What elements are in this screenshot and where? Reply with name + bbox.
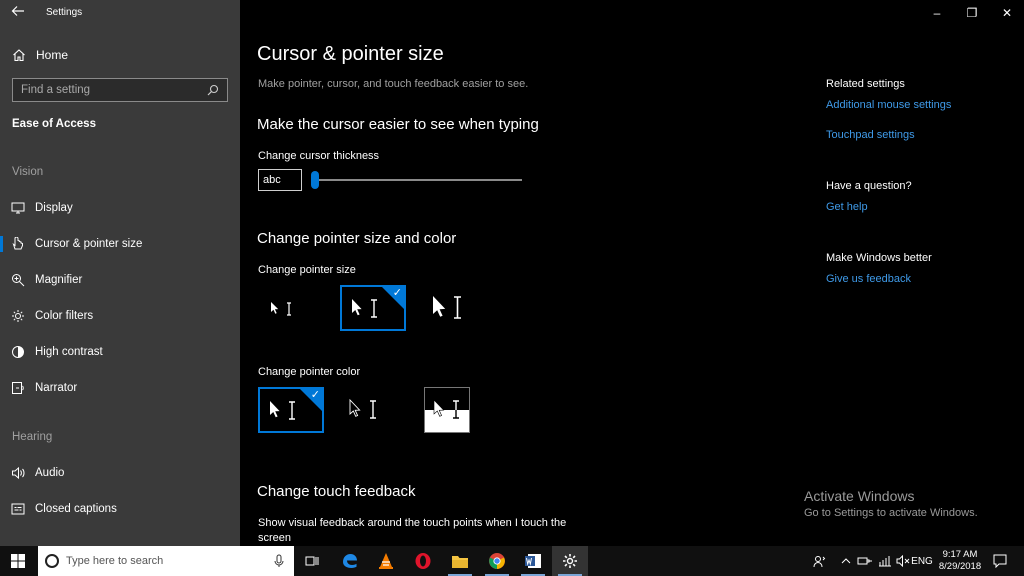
sidebar-item-label: Audio [35, 467, 65, 479]
taskbar-clock[interactable]: 9:17 AM 8/29/2018 [930, 549, 990, 573]
cursor-section-heading: Make the cursor easier to see when typin… [257, 116, 539, 133]
closed-captions-icon [11, 502, 25, 516]
minimize-button[interactable]: – [920, 0, 954, 26]
network-icon[interactable] [876, 546, 894, 576]
color-filters-icon [11, 309, 25, 323]
taskbar-search-box[interactable]: Type here to search [38, 546, 294, 576]
sidebar-item-label: Narrator [35, 382, 78, 394]
sidebar-item-label: High contrast [35, 346, 103, 358]
app-title: Settings [46, 7, 83, 18]
make-windows-better-heading: Make Windows better [826, 252, 932, 264]
file-explorer-icon[interactable] [442, 546, 478, 576]
related-settings-heading: Related settings [826, 78, 905, 90]
pointer-section-heading: Change pointer size and color [257, 230, 457, 247]
group-vision: Vision [12, 166, 44, 178]
display-icon [11, 201, 25, 215]
get-help-link[interactable]: Get help [826, 201, 868, 213]
sidebar-item-label: Cursor & pointer size [35, 238, 143, 250]
start-button[interactable] [0, 546, 36, 576]
pointer-color-label: Change pointer color [258, 366, 361, 378]
chrome-icon[interactable] [479, 546, 515, 576]
sidebar-item-magnifier[interactable]: Magnifier [0, 266, 240, 294]
sidebar-item-narrator[interactable]: Narrator [0, 374, 240, 402]
checkmark-icon: ✓ [392, 287, 402, 299]
section-heading: Ease of Access [12, 118, 96, 130]
task-view-icon[interactable] [294, 546, 330, 576]
checkmark-icon: ✓ [310, 389, 320, 401]
pointer-size-option-small[interactable] [258, 285, 306, 331]
pointer-preview-icon [433, 399, 459, 419]
cursor-icon [11, 237, 25, 251]
settings-icon[interactable] [552, 546, 588, 576]
search-icon[interactable] [207, 83, 221, 97]
pointer-preview-icon [433, 296, 461, 319]
sidebar-item-audio[interactable]: Audio [0, 459, 240, 487]
windows-logo-icon [11, 554, 25, 568]
sidebar-item-label: Closed captions [35, 503, 117, 515]
activate-windows-title: Activate Windows [804, 488, 915, 504]
give-feedback-link[interactable]: Give us feedback [826, 273, 911, 285]
pointer-size-option-large[interactable] [424, 285, 478, 331]
power-plug-icon[interactable] [856, 546, 874, 576]
clock-time: 9:17 AM [942, 549, 978, 560]
sidebar-item-label: Color filters [35, 310, 94, 322]
touch-section-heading: Change touch feedback [257, 483, 416, 500]
word-icon[interactable] [515, 546, 551, 576]
pointer-preview-icon [349, 398, 376, 419]
pointer-color-option-inverted[interactable] [424, 387, 470, 433]
search-input[interactable] [21, 84, 201, 96]
cursor-thickness-label: Change cursor thickness [258, 150, 380, 162]
high-contrast-icon [11, 345, 25, 359]
taskbar: Type here to search ENG 9:17 AM 8/29/201… [0, 546, 1024, 576]
sidebar-item-high-contrast[interactable]: High contrast [0, 338, 240, 366]
pointer-color-option-white[interactable]: ✓ [258, 387, 324, 433]
sidebar-item-label: Magnifier [35, 274, 83, 286]
activate-windows-subtitle: Go to Settings to activate Windows. [804, 507, 978, 519]
title-bar-left: Settings [0, 0, 240, 26]
magnifier-icon [11, 273, 25, 287]
cursor-thickness-slider[interactable] [312, 179, 522, 181]
cortana-icon [45, 554, 59, 568]
close-button[interactable]: ✕ [990, 0, 1024, 26]
page-description: Make pointer, cursor, and touch feedback… [258, 78, 529, 90]
edge-icon[interactable] [332, 546, 368, 576]
pointer-preview-icon [352, 299, 377, 318]
sidebar-item-label: Display [35, 202, 73, 214]
pointer-preview-icon [270, 401, 295, 420]
clock-date: 8/29/2018 [938, 561, 982, 572]
sidebar-item-cursor-pointer-size[interactable]: Cursor & pointer size [0, 230, 240, 258]
sidebar-item-closed-captions[interactable]: Closed captions [0, 495, 240, 523]
sidebar-item-display[interactable]: Display [0, 194, 240, 222]
opera-icon[interactable] [405, 546, 441, 576]
sidebar-item-color-filters[interactable]: Color filters [0, 302, 240, 330]
touch-feedback-text: Show visual feedback around the touch po… [258, 517, 567, 544]
action-center-icon[interactable] [992, 546, 1008, 576]
page-title: Cursor & pointer size [257, 43, 444, 65]
show-hidden-icons-chevron-icon[interactable] [838, 546, 854, 576]
back-arrow-icon[interactable] [8, 4, 28, 22]
find-setting-search[interactable] [12, 78, 228, 102]
pointer-size-label: Change pointer size [258, 264, 356, 276]
restore-button[interactable]: ❐ [955, 0, 989, 26]
touchpad-settings-link[interactable]: Touchpad settings [826, 129, 915, 141]
pointer-size-option-medium[interactable]: ✓ [340, 285, 406, 331]
additional-mouse-settings-link[interactable]: Additional mouse settings [826, 99, 951, 111]
narrator-icon [11, 381, 25, 395]
people-icon[interactable] [810, 546, 830, 576]
audio-icon [11, 466, 25, 480]
pointer-preview-icon [271, 302, 291, 316]
sidebar-home[interactable]: Home [0, 42, 240, 68]
home-icon [12, 48, 26, 62]
group-hearing: Hearing [12, 431, 53, 443]
cursor-thickness-preview: abc [258, 169, 302, 191]
sidebar: Settings Home Ease of Access Vision Disp… [0, 0, 240, 546]
pointer-color-option-black[interactable] [340, 387, 388, 433]
taskbar-search-placeholder: Type here to search [66, 555, 164, 567]
home-label: Home [36, 48, 69, 62]
question-heading: Have a question? [826, 180, 912, 192]
microphone-icon[interactable] [274, 554, 284, 568]
vlc-icon[interactable] [368, 546, 404, 576]
cursor-thickness-slider-thumb[interactable] [311, 171, 319, 189]
